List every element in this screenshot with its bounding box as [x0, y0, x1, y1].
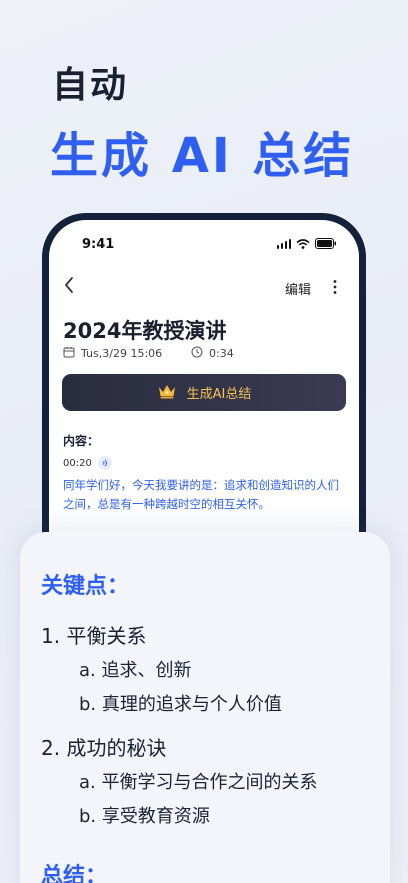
clock-icon: [191, 346, 203, 361]
battery-icon: [315, 238, 337, 249]
key-point-item: 1. 平衡关系: [41, 624, 147, 648]
summary-heading: 总结：: [41, 864, 108, 883]
edit-button[interactable]: 编辑: [285, 279, 311, 298]
key-point-subitem: b. 享受教育资源: [79, 806, 210, 827]
key-points-heading: 关键点：: [41, 574, 130, 599]
crown-icon: [157, 383, 177, 403]
more-vertical-icon[interactable]: [332, 279, 338, 295]
generate-button-label: 生成AI总结: [186, 387, 252, 402]
hero-title-line2: 生成 AI 总结: [50, 128, 355, 184]
note-date: Tus,3/29 15:06: [63, 346, 162, 361]
key-point-item: 2. 成功的秘诀: [41, 736, 167, 760]
transcript-text: 同年学们好，今天我要讲的是：追求和创造知识的人们之间，总是有一种跨越时空的相互关…: [63, 478, 339, 511]
audio-wave-icon[interactable]: [97, 456, 112, 470]
calendar-icon: [63, 346, 75, 361]
generate-ai-summary-button[interactable]: 生成AI总结: [62, 374, 346, 411]
content-label: 内容：: [63, 434, 100, 448]
status-icons: [276, 238, 338, 249]
note-duration-text: 0:34: [209, 347, 234, 360]
key-point-subitem: b. 真理的追求与个人价值: [79, 694, 282, 715]
note-date-text: Tus,3/29 15:06: [81, 347, 163, 360]
transcript-timestamp-row: 00:20: [63, 456, 112, 470]
ai-summary-card: 关键点： 1. 平衡关系 a. 追求、创新 b. 真理的追求与个人价值 2. 成…: [20, 532, 390, 883]
note-title: 2024年教授演讲: [63, 319, 227, 343]
note-duration: 0:34: [191, 346, 234, 361]
timestamp: 00:20: [63, 457, 92, 469]
signal-icon: [276, 238, 291, 249]
wifi-icon: [296, 238, 310, 249]
hero-title-line1: 自动: [52, 65, 129, 106]
key-point-subitem: a. 平衡学习与合作之间的关系: [79, 772, 318, 793]
chevron-left-icon[interactable]: [63, 276, 75, 294]
status-time: 9:41: [82, 237, 115, 252]
key-point-subitem: a. 追求、创新: [79, 660, 192, 681]
